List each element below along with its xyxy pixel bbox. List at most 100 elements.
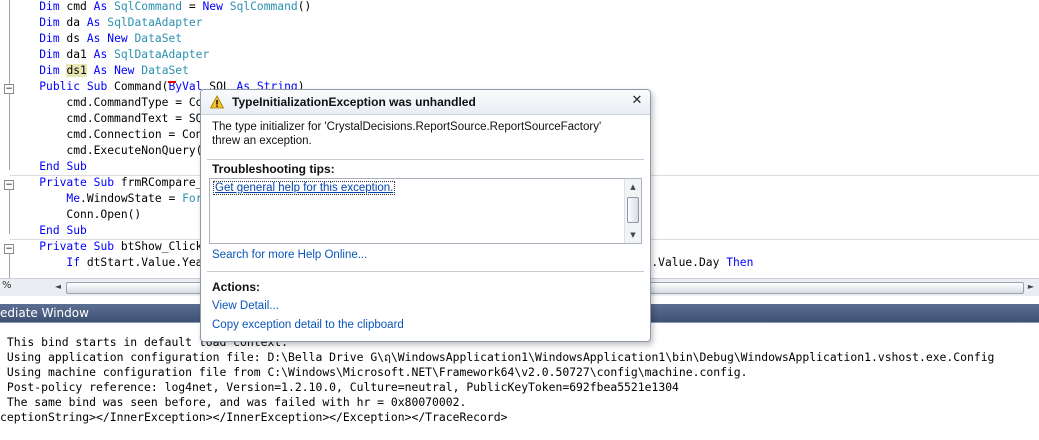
actions-heading: Actions: (212, 280, 260, 294)
code-line[interactable]: cmd.ExecuteNonQuery( (12, 143, 202, 159)
code-line[interactable]: Dim ds1 As New DataSet (12, 63, 189, 79)
code-text: = (182, 0, 203, 13)
code-type-name: SqlCommand (114, 0, 183, 13)
scroll-left-icon[interactable]: ◄ (52, 281, 64, 293)
view-detail-link[interactable]: View Detail... (212, 300, 279, 312)
outline-line (9, 94, 10, 170)
code-text: .WindowState = (80, 192, 183, 205)
collapse-toggle-load[interactable]: − (4, 180, 14, 190)
exception-message: The type initializer for 'CrystalDecisio… (212, 121, 602, 147)
close-icon[interactable]: ✕ (630, 93, 644, 109)
code-type-name: DataSet (141, 64, 189, 77)
code-text: cmd (59, 0, 94, 13)
code-keyword: Dim (39, 64, 60, 77)
troubleshooting-heading: Troubleshooting tips: (212, 162, 335, 176)
code-line[interactable]: Me.WindowState = For (12, 191, 202, 207)
general-help-link[interactable]: Get general help for this exception. (213, 181, 396, 195)
code-keyword: Me (66, 192, 81, 205)
code-keyword: Private (39, 176, 87, 189)
search-help-online-link[interactable]: Search for more Help Online... (212, 249, 367, 261)
code-keyword: As (93, 0, 108, 13)
immediate-window-title: ediate Window (0, 306, 89, 320)
code-keyword: As (86, 16, 101, 29)
divider (207, 271, 644, 272)
code-line[interactable]: Dim da1 As SqlDataAdapter (12, 47, 209, 63)
code-keyword: If (66, 256, 81, 269)
outline-line (9, 0, 10, 86)
code-line[interactable]: End Sub (12, 223, 87, 239)
code-text: () (297, 0, 312, 13)
scroll-right-icon[interactable]: ► (1025, 281, 1037, 293)
scroll-up-icon[interactable]: ▲ (628, 182, 638, 192)
collapse-toggle-command[interactable]: − (4, 84, 14, 94)
code-keyword: Sub (86, 80, 108, 93)
error-squiggle (168, 78, 176, 83)
divider (207, 159, 644, 160)
scroll-thumb[interactable] (627, 197, 639, 223)
copy-exception-detail-link[interactable]: Copy exception detail to the clipboard (212, 319, 404, 331)
code-text: btShow_Click (114, 240, 203, 253)
code-line[interactable]: Dim ds As New DataSet (12, 31, 182, 47)
code-line[interactable]: cmd.CommandText = SQ (12, 111, 202, 127)
zoom-level[interactable]: % (2, 280, 12, 291)
troubleshooting-tips-list[interactable]: Get general help for this exception. ▲ ▼ (209, 178, 642, 244)
code-line[interactable]: End Sub (12, 159, 87, 175)
collapse-toggle-click[interactable]: − (4, 244, 14, 254)
exception-header: TypeInitializationException was unhandle… (201, 90, 650, 115)
code-keyword: New (107, 32, 128, 45)
code-text: frmRCompare_ (114, 176, 203, 189)
scroll-down-icon[interactable]: ▼ (628, 230, 638, 240)
outline-line (9, 254, 10, 278)
highlighted-identifier: ds1 (66, 64, 87, 77)
output-line: ceptionString></InnerException></InnerEx… (0, 410, 508, 424)
code-keyword: Sub (93, 176, 115, 189)
code-keyword: Private (39, 240, 87, 253)
code-text: cmd.Connection = Con (12, 128, 203, 141)
code-type-name: SqlCommand (229, 0, 298, 13)
code-keyword: New (202, 0, 223, 13)
code-line[interactable]: Dim cmd As SqlCommand = New SqlCommand() (12, 0, 311, 15)
code-type-name: DataSet (134, 32, 183, 45)
code-keyword: Sub (66, 160, 87, 173)
code-keyword: Then (726, 256, 754, 269)
outline-line (9, 190, 10, 234)
code-text: cmd.ExecuteNonQuery( (12, 144, 203, 157)
code-line[interactable]: cmd.CommandType = Co (12, 95, 202, 111)
output-line: Post-policy reference: log4net, Version=… (0, 380, 679, 394)
code-text: ds (59, 32, 87, 45)
code-type-name: SqlDataAdapter (107, 16, 203, 29)
code-keyword: Public (39, 80, 81, 93)
code-text: Command( (107, 80, 169, 93)
code-keyword: Dim (39, 32, 60, 45)
code-line[interactable]: Dim da As SqlDataAdapter (12, 15, 202, 31)
code-keyword: Dim (39, 48, 60, 61)
code-line[interactable]: cmd.Connection = Con (12, 127, 202, 143)
code-text: da1 (59, 48, 94, 61)
code-text: dtStart.Value.Yea (80, 256, 203, 269)
tips-scrollbar[interactable]: ▲ ▼ (624, 179, 641, 243)
code-keyword: Sub (93, 240, 115, 253)
output-line: Using machine configuration file from C:… (0, 365, 748, 379)
code-keyword: End (39, 160, 60, 173)
code-keyword: As (93, 48, 108, 61)
code-keyword: Sub (66, 224, 87, 237)
code-line[interactable]: Conn.Open() (12, 207, 141, 223)
output-line: Using application configuration file: D:… (0, 350, 995, 364)
code-text: cmd.CommandText = SQ (12, 112, 203, 125)
code-keyword: Dim (39, 0, 60, 13)
code-keyword: End (39, 224, 60, 237)
code-keyword: Dim (39, 16, 60, 29)
code-text: Conn.Open() (12, 208, 142, 221)
